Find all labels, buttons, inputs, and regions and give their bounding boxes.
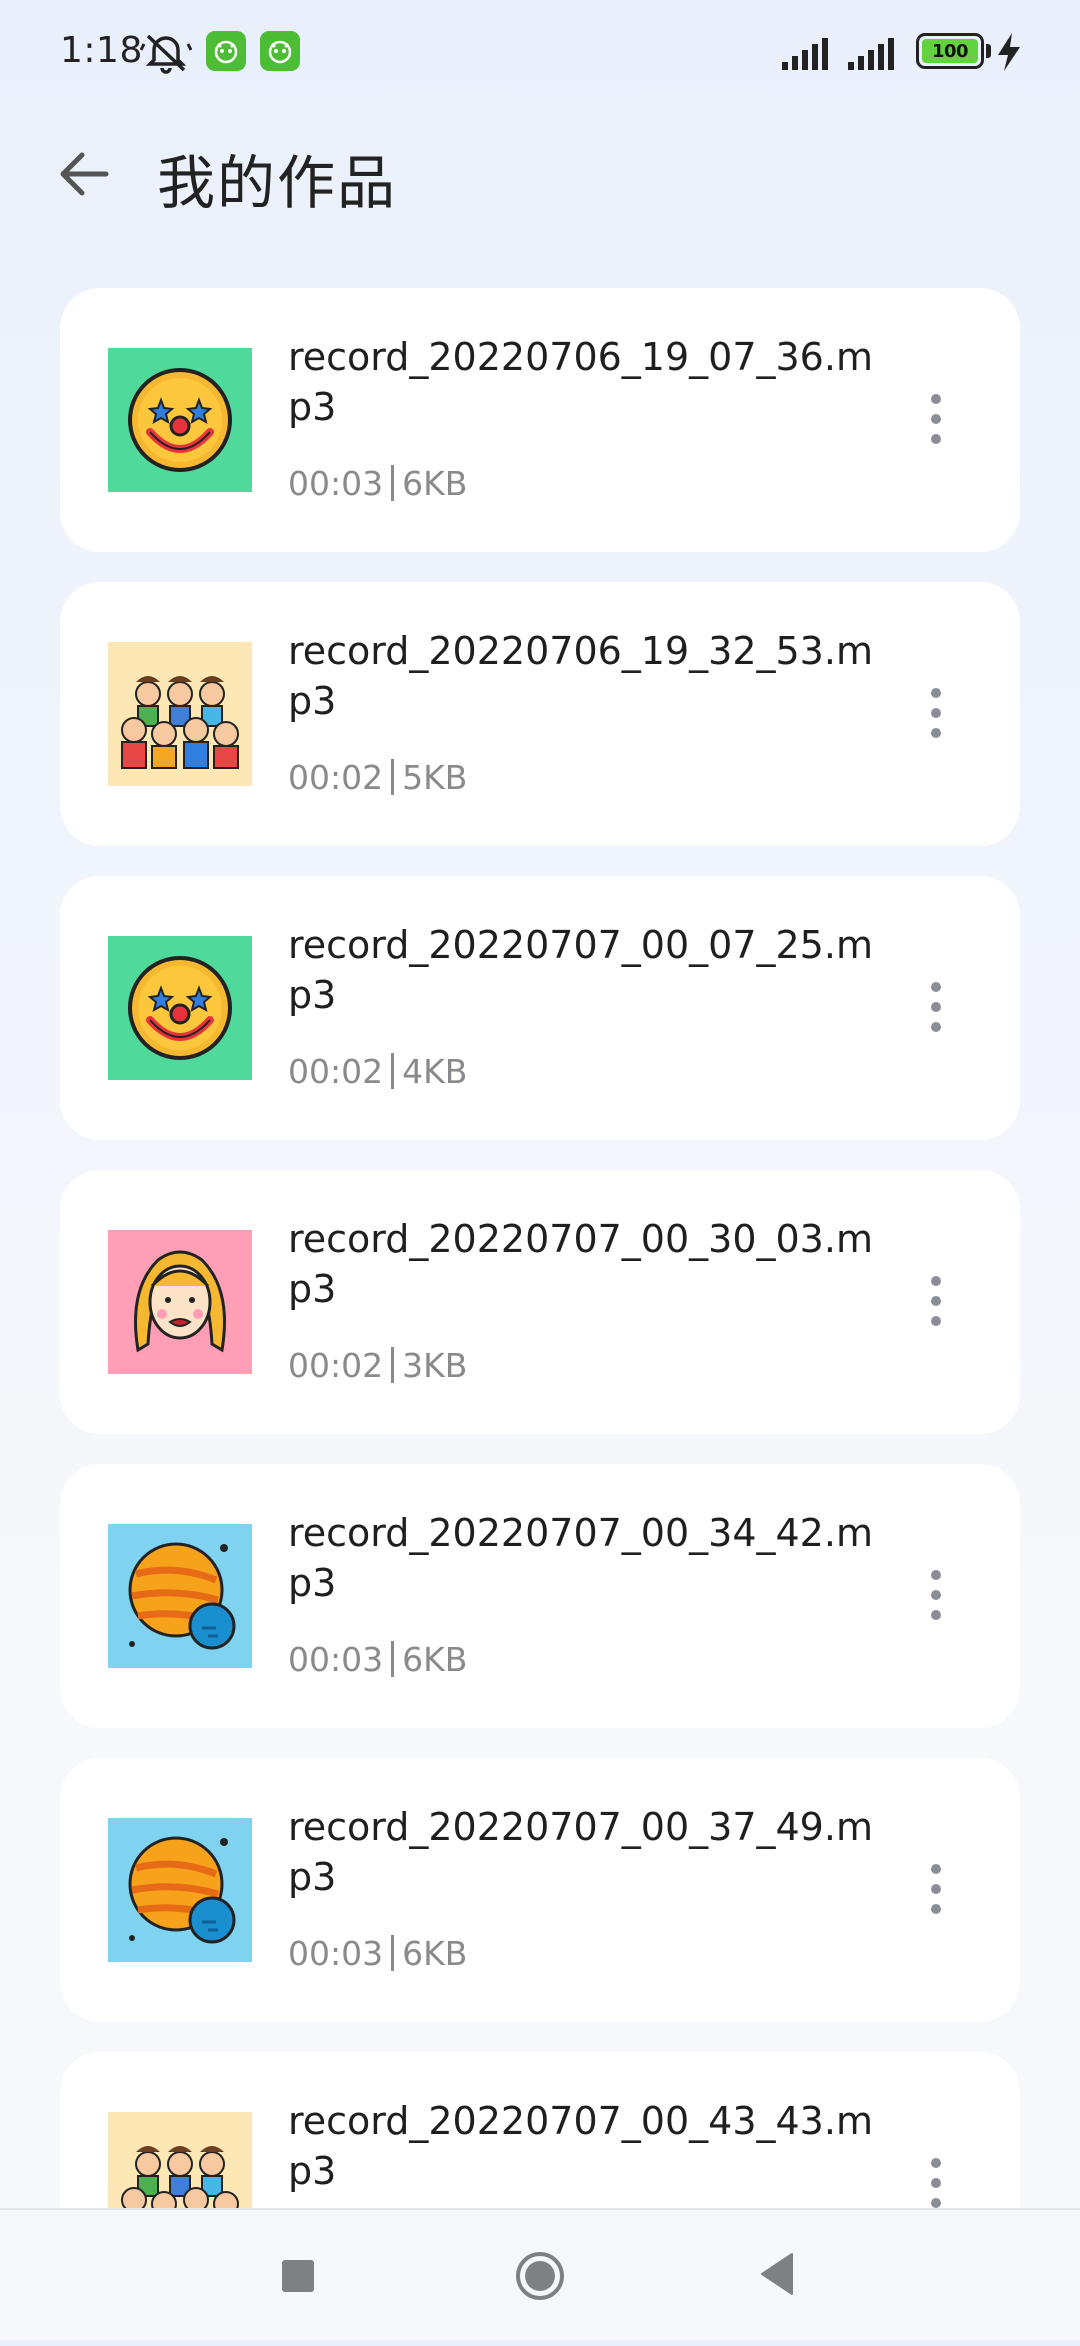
meta-separator: [391, 1053, 395, 1089]
meta-separator: [391, 1935, 395, 1971]
more-options-icon[interactable]: [916, 1860, 956, 1920]
clown-face-thumbnail: [108, 348, 252, 492]
duration: 00:02: [288, 1346, 384, 1385]
file-meta: 00:03 6KB: [288, 464, 467, 503]
more-options-icon[interactable]: [916, 978, 956, 1038]
page-title: 我的作品: [157, 149, 398, 217]
file-name: record_20220707_00_37_49.mp3: [288, 1805, 873, 1899]
file-size: 6KB: [402, 1640, 468, 1679]
girl-face-thumbnail: [108, 1230, 252, 1374]
meta-separator: [391, 465, 395, 501]
file-meta: 00:03 6KB: [288, 1934, 467, 1973]
kids-group-thumbnail: [108, 642, 252, 786]
back-triangle-icon[interactable]: [760, 2252, 794, 2296]
more-options-icon[interactable]: [916, 1566, 956, 1626]
duration: 00:02: [288, 1052, 384, 1091]
meta-separator: [391, 1641, 395, 1677]
status-time: 1:18: [60, 30, 143, 71]
file-size: 3KB: [402, 1346, 468, 1385]
planet-thumbnail: [108, 1524, 252, 1668]
duration: 00:03: [288, 1934, 384, 1973]
recording-card[interactable]: record_20220707_00_37_49.mp3 00:03 6KB: [60, 1758, 1020, 2022]
system-navigation-bar: [0, 2208, 1080, 2340]
file-size: 4KB: [402, 1052, 468, 1091]
app-badge-icon: [260, 31, 300, 71]
file-name: record_20220707_00_30_03.mp3: [288, 1217, 873, 1311]
battery-level: 100: [922, 39, 978, 63]
file-name: record_20220706_19_07_36.mp3: [288, 335, 873, 429]
file-meta: 00:02 4KB: [288, 1052, 467, 1091]
more-options-icon[interactable]: [916, 2154, 956, 2214]
file-size: 6KB: [402, 464, 468, 503]
file-name: record_20220706_19_32_53.mp3: [288, 629, 873, 723]
file-name: record_20220707_00_07_25.mp3: [288, 923, 873, 1017]
battery-tip: [986, 44, 991, 58]
file-name: record_20220707_00_34_42.mp3: [288, 1511, 873, 1605]
status-bar: 1:18 100: [0, 0, 1080, 104]
recording-card[interactable]: record_20220707_00_30_03.mp3 00:02 3KB: [60, 1170, 1020, 1434]
file-meta: 00:02 3KB: [288, 1346, 467, 1385]
app-header: 我的作品: [0, 120, 1080, 230]
clown-face-thumbnail: [108, 936, 252, 1080]
home-circle-icon[interactable]: [514, 2250, 566, 2302]
recording-card[interactable]: record_20220707_00_07_25.mp3 00:02 4KB: [60, 876, 1020, 1140]
duration: 00:03: [288, 1640, 384, 1679]
recording-card[interactable]: record_20220706_19_32_53.mp3 00:02 5KB: [60, 582, 1020, 846]
more-options-icon[interactable]: [916, 1272, 956, 1332]
meta-separator: [391, 759, 395, 795]
charging-icon: [998, 33, 1020, 71]
duration: 00:02: [288, 758, 384, 797]
planet-thumbnail: [108, 1818, 252, 1962]
signal-icon: [782, 38, 828, 70]
file-meta: 00:02 5KB: [288, 758, 467, 797]
recording-card[interactable]: record_20220707_00_34_42.mp3 00:03 6KB: [60, 1464, 1020, 1728]
duration: 00:03: [288, 464, 384, 503]
file-name: record_20220707_00_43_43.mp3: [288, 2099, 873, 2193]
file-meta: 00:03 6KB: [288, 1640, 467, 1679]
more-options-icon[interactable]: [916, 390, 956, 450]
recording-list: record_20220706_19_07_36.mp3 00:03 6KB re…: [60, 288, 1020, 2346]
mute-icon: [140, 34, 192, 74]
recents-square-icon[interactable]: [282, 2260, 314, 2292]
app-badge-icon: [206, 31, 246, 71]
recording-card[interactable]: record_20220706_19_07_36.mp3 00:03 6KB: [60, 288, 1020, 552]
file-size: 6KB: [402, 1934, 468, 1973]
file-size: 5KB: [402, 758, 468, 797]
battery-icon: 100: [916, 33, 984, 69]
meta-separator: [391, 1347, 395, 1383]
more-options-icon[interactable]: [916, 684, 956, 744]
back-arrow-icon[interactable]: [52, 142, 116, 206]
signal-icon: [848, 38, 894, 70]
